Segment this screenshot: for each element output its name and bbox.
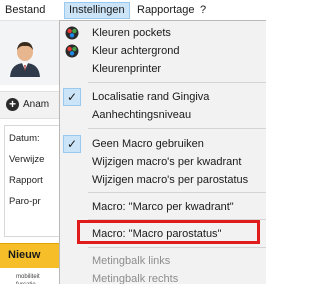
menu-separator [88,82,266,83]
menu-separator [88,128,266,129]
menu-item-aanhechtingsniveau[interactable]: Aanhechtingsniveau [60,106,266,124]
info-label-rapport: Rapport [9,175,43,186]
menu-item-label: Metingbalk rechts [92,273,179,284]
checkmark-icon: ✓ [66,90,78,104]
menu-item-macro-per-kwadrant[interactable]: Macro: "Marco per kwadrant" [60,198,266,216]
palette-icon [65,26,79,40]
add-icon: + [6,98,19,111]
instellingen-dropdown: Kleuren pockets Kleur achtergrond Kleure… [59,20,266,284]
menu-item-kleuren-pockets[interactable]: Kleuren pockets [60,24,266,42]
menu-item-label: Aanhechtingsniveau [92,109,192,121]
menu-item-localisatie-rand-gingiva[interactable]: ✓ Localisatie rand Gingiva [60,88,266,106]
info-label-datum: Datum: [9,133,40,144]
patient-avatar-icon [10,42,40,77]
chart-footer-text: mobiliteit furcatie [16,273,40,284]
menu-item-label: Kleurenprinter [92,63,162,75]
menu-item-geen-macro[interactable]: ✓ Geen Macro gebruiken [60,135,266,153]
app-window: Bestand Instellingen Rapportage ? + Anam… [0,0,266,284]
menu-item-label: Wijzigen macro's per parostatus [92,174,249,186]
menu-item-kleurenprinter[interactable]: Kleurenprinter [60,60,266,78]
menu-item-label: Geen Macro gebruiken [92,138,204,150]
menu-help[interactable]: ? [196,2,210,19]
info-label-verwijzer: Verwijze [9,154,45,165]
menu-item-label: Kleur achtergrond [92,45,180,57]
menu-item-kleur-achtergrond[interactable]: Kleur achtergrond [60,42,266,60]
menu-separator [88,247,266,248]
menu-instellingen[interactable]: Instellingen [64,2,130,19]
menu-item-label: Metingbalk links [92,255,171,267]
menu-item-metingbalk-links: Metingbalk links [60,252,266,270]
palette-icon [65,44,79,58]
menu-rapportage[interactable]: Rapportage [133,2,199,19]
nieuw-tab-label: Nieuw [8,249,41,261]
info-label-paro: Paro-pr [9,196,41,207]
menu-item-label: Wijzigen macro's per kwadrant [92,156,242,168]
menu-item-metingbalk-rechts: Metingbalk rechts [60,270,266,284]
menu-item-label: Localisatie rand Gingiva [92,91,210,103]
menu-item-label: Kleuren pockets [92,27,171,39]
menu-item-wijzigen-macros-kwadrant[interactable]: Wijzigen macro's per kwadrant [60,153,266,171]
menu-item-wijzigen-macros-parostatus[interactable]: Wijzigen macro's per parostatus [60,171,266,189]
menu-item-macro-parostatus[interactable]: Macro: "Macro parostatus" [60,225,266,243]
anamnese-label: Anam [23,99,50,110]
menu-bar: Bestand Instellingen Rapportage ? [0,0,266,21]
menu-separator [88,192,266,193]
footer-text-mobiliteit: mobiliteit [16,274,40,280]
menu-bestand[interactable]: Bestand [1,2,49,19]
menu-separator [88,219,266,220]
menu-item-label: Macro: "Marco per kwadrant" [92,201,234,213]
menu-item-label: Macro: "Macro parostatus" [92,228,222,240]
checkmark-icon: ✓ [66,137,78,151]
